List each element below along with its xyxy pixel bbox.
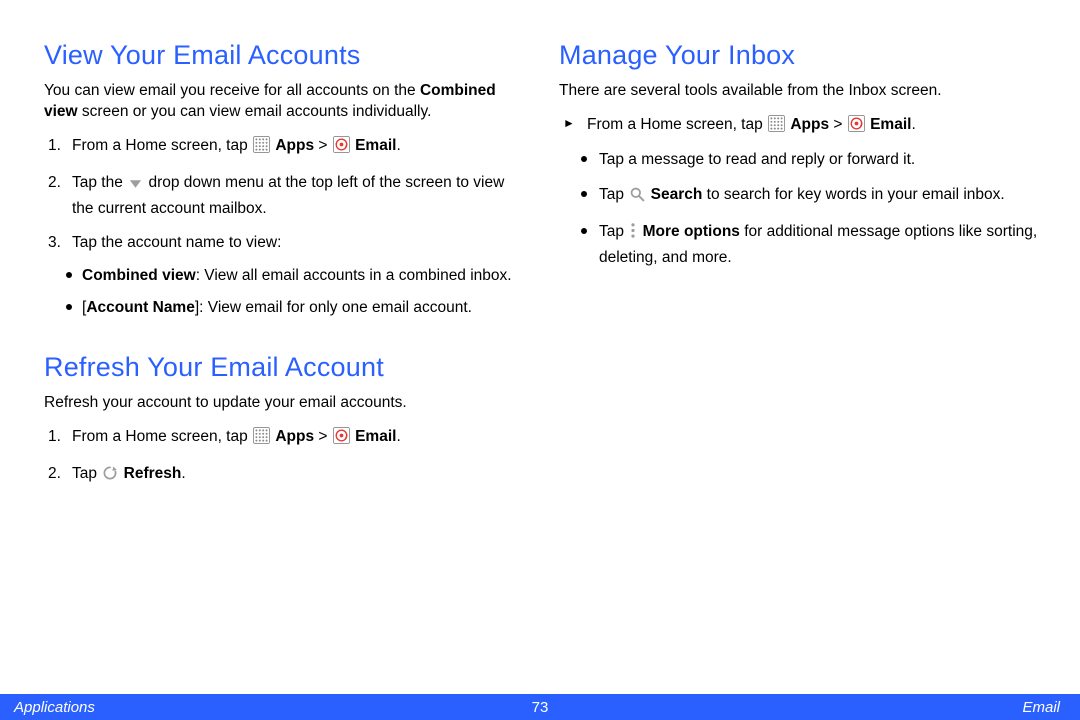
intro-refresh: Refresh your account to update your emai… (44, 393, 525, 414)
left-column: View Your Email Accounts You can view em… (44, 40, 525, 720)
heading-refresh: Refresh Your Email Account (44, 352, 525, 383)
email-icon (848, 115, 865, 139)
manage-bullets: Tap a message to read and reply or forwa… (579, 149, 1040, 269)
chevron-down-icon (128, 175, 143, 197)
manage-lead: From a Home screen, tap Apps > Email. (559, 114, 1040, 139)
sub-combined-view: Combined view: View all email accounts i… (62, 265, 525, 287)
steps-refresh: From a Home screen, tap Apps > Email. Ta… (44, 426, 525, 489)
page-footer: Applications 73 Email (0, 694, 1080, 720)
refresh-step-1: From a Home screen, tap Apps > Email. (44, 426, 525, 451)
step-1: From a Home screen, tap Apps > Email. (44, 135, 525, 160)
section-view-accounts: View Your Email Accounts You can view em… (44, 40, 525, 320)
search-icon (629, 186, 645, 209)
intro-view-accounts: You can view email you receive for all a… (44, 81, 525, 123)
heading-manage-inbox: Manage Your Inbox (559, 40, 1040, 71)
refresh-icon (102, 465, 118, 488)
right-column: Manage Your Inbox There are several tool… (559, 40, 1040, 720)
intro-manage-inbox: There are several tools available from t… (559, 81, 1040, 102)
refresh-step-2: Tap Refresh. (44, 463, 525, 488)
email-icon (333, 427, 350, 451)
apps-icon (768, 115, 785, 139)
step-3-sublist: Combined view: View all email accounts i… (62, 265, 525, 320)
bullet-more-options: Tap More options for additional message … (579, 221, 1040, 269)
footer-page-number: 73 (0, 699, 1080, 716)
apps-icon (253, 427, 270, 451)
manual-page: View Your Email Accounts You can view em… (0, 0, 1080, 720)
steps-view-accounts: From a Home screen, tap Apps > Email. Ta… (44, 135, 525, 320)
step-3-lead: Tap the account name to view: (72, 234, 281, 251)
heading-view-accounts: View Your Email Accounts (44, 40, 525, 71)
bullet-read-reply: Tap a message to read and reply or forwa… (579, 149, 1040, 171)
section-manage-inbox: Manage Your Inbox There are several tool… (559, 40, 1040, 269)
step-3: Tap the account name to view: Combined v… (44, 232, 525, 319)
apps-icon (253, 136, 270, 160)
step-2: Tap the drop down menu at the top left o… (44, 172, 525, 220)
email-icon (333, 136, 350, 160)
section-refresh: Refresh Your Email Account Refresh your … (44, 352, 525, 489)
bullet-search: Tap Search to search for key words in yo… (579, 184, 1040, 209)
more-options-icon (629, 222, 637, 246)
sub-account-name: [Account Name]: View email for only one … (62, 297, 525, 319)
